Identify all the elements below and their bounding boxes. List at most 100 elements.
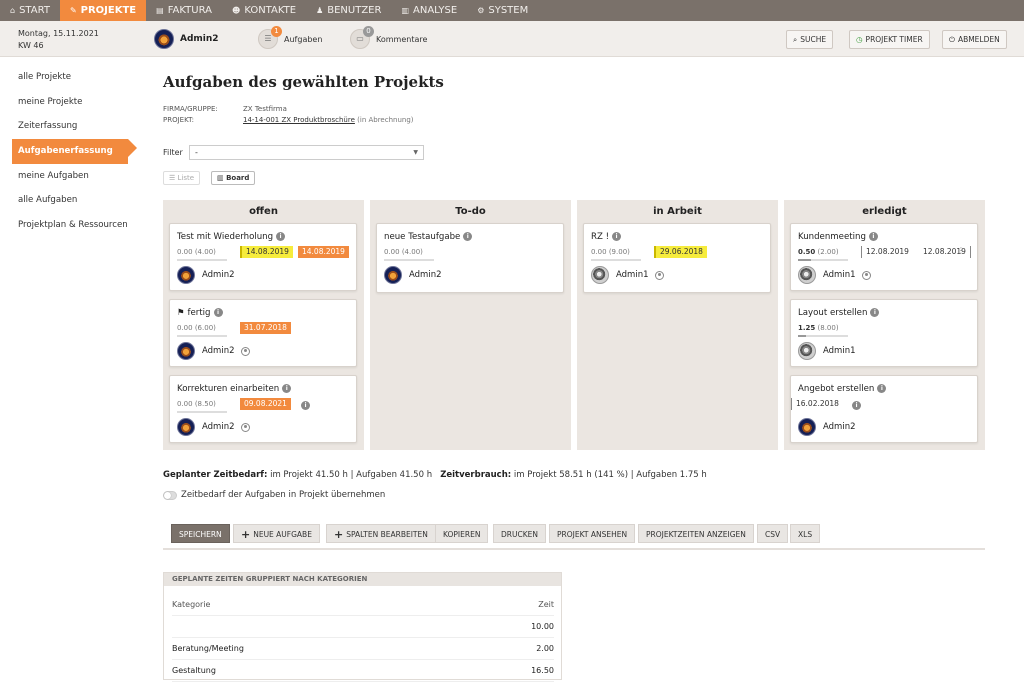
action-neue-aufgabe-button[interactable]: + NEUE AUFGABE	[233, 524, 320, 543]
toggle-label: Zeitbedarf der Aufgaben in Projekt übern…	[181, 490, 386, 500]
board-view-button[interactable]: ▥ Board	[211, 171, 256, 185]
hours-planned: (4.00)	[401, 248, 423, 256]
action-speichern-button[interactable]: SPEICHERN	[171, 524, 230, 543]
time-used-value: im Projekt 58.51 h (141 %) | Aufgaben 1.…	[511, 470, 707, 480]
info-icon[interactable]: i	[301, 401, 310, 410]
user-icon	[861, 270, 871, 280]
nav-item-kontakte[interactable]: ☻ KONTAKTE	[222, 0, 306, 21]
nav-item-faktura[interactable]: ▤ FAKTURA	[146, 0, 222, 21]
sidebar-item-5[interactable]: meine Aufgaben	[0, 164, 140, 189]
nav-item-system[interactable]: ⚙ SYSTEM	[467, 0, 538, 21]
date-tag: 14.08.2019	[240, 246, 293, 258]
current-user[interactable]: Admin2	[154, 29, 219, 49]
power-icon: ⏻	[949, 35, 955, 44]
column-title: offen	[249, 206, 278, 217]
task-name: Test mit Wiederholung	[177, 232, 274, 242]
nav-item-start[interactable]: ⌂ START	[0, 0, 60, 21]
info-icon[interactable]: i	[852, 401, 861, 410]
task-card[interactable]: ⚑ fertig i 0.00 (6.00) 31.07.2018 Admin2	[169, 299, 357, 367]
nav-item-label: KONTAKTE	[244, 5, 297, 16]
sidebar-item-3[interactable]: Zeiterfassung	[0, 114, 140, 139]
task-card[interactable]: Layout erstellen i 1.25 (8.00) Admin1	[790, 299, 978, 367]
sidebar-item-1[interactable]: alle Projekte	[0, 65, 140, 90]
sidebar-item-6[interactable]: alle Aufgaben	[0, 188, 140, 213]
hours-used: 0.00	[384, 248, 400, 256]
avatar	[591, 266, 609, 284]
info-icon[interactable]: i	[213, 308, 223, 317]
task-name: Korrekturen einarbeiten	[177, 384, 280, 394]
task-name: Layout erstellen	[798, 308, 868, 318]
action-projekt-ansehen-button[interactable]: PROJEKT ANSEHEN	[549, 524, 636, 543]
comments-counter[interactable]: ▭ 0 Kommentare	[350, 26, 427, 49]
action-csv-button[interactable]: CSV	[757, 524, 789, 543]
avatar	[798, 418, 816, 436]
toggle-switch[interactable]	[163, 490, 177, 500]
search-button[interactable]: ⌕ SUCHE	[786, 30, 834, 49]
sidebar-item-2[interactable]: meine Projekte	[0, 90, 140, 115]
logout-label: ABMELDEN	[957, 35, 1000, 44]
more-options-icon[interactable]: ⋮	[957, 246, 965, 255]
firm-label: FIRMA/GRUPPE:	[163, 105, 218, 113]
info-icon[interactable]: i	[877, 384, 887, 393]
sidebar-item-4[interactable]: Aufgabenerfassung	[12, 139, 137, 164]
task-title: neue Testaufgabe i	[384, 232, 473, 242]
action-spalten-bearbeiten-button[interactable]: + SPALTEN BEARBEITEN	[326, 524, 436, 543]
info-icon[interactable]: i	[276, 232, 286, 241]
tasks-badge: 1	[271, 26, 282, 37]
info-icon[interactable]: i	[612, 232, 622, 241]
search-icon: ⌕	[793, 35, 798, 44]
action-projektzeiten-anzeigen-button[interactable]: PROJEKTZEITEN ANZEIGEN	[638, 524, 754, 543]
list-icon: ☰	[169, 174, 178, 182]
task-assignee: Admin2	[798, 418, 856, 436]
comments-badge: 0	[363, 26, 374, 37]
sidebar-item-7[interactable]: Projektplan & Ressourcen	[0, 213, 140, 238]
pencil-icon: ✎	[69, 6, 77, 15]
column-category: Kategorie	[172, 600, 211, 609]
firm-row: FIRMA/GRUPPE: ZX Testfirma	[163, 105, 287, 113]
tasks-counter[interactable]: ☰ 1 Aufgaben	[258, 26, 322, 49]
task-title: RZ ! i	[591, 232, 622, 242]
list-view-button[interactable]: ☰ Liste	[163, 171, 201, 185]
task-assignee: Admin1	[591, 266, 664, 284]
project-link[interactable]: 14-14-001 ZX Produktbroschüre	[243, 116, 355, 124]
info-icon[interactable]: i	[463, 232, 473, 241]
action-kopieren-button[interactable]: KOPIEREN	[435, 524, 489, 543]
nav-item-label: SYSTEM	[488, 5, 529, 16]
hours-planned: (8.00)	[817, 324, 839, 332]
nav-item-label: PROJEKTE	[80, 5, 137, 16]
info-icon[interactable]: i	[870, 308, 880, 317]
nav-item-analyse[interactable]: ▥ ANALYSE	[391, 0, 467, 21]
project-label: PROJEKT:	[163, 116, 194, 124]
task-card[interactable]: RZ ! i 0.00 (9.00) 29.06.2018 Admin1	[583, 223, 771, 293]
info-icon[interactable]: i	[868, 232, 878, 241]
assignee-name: Admin2	[202, 422, 235, 432]
hours-used: 0.00	[177, 400, 193, 408]
user-icon: ♟	[316, 6, 324, 15]
task-card[interactable]: neue Testaufgabe i 0.00 (4.00) Admin2	[376, 223, 564, 293]
task-card[interactable]: Kundenmeeting i 0.50 (2.00) 12.08.2019 12.08…	[790, 223, 978, 291]
task-hours: 0.00 (6.00)	[177, 324, 216, 332]
project-timer-button[interactable]: ◷ PROJEKT TIMER	[849, 30, 930, 49]
search-label: SUCHE	[800, 35, 827, 44]
action-label: SPEICHERN	[179, 530, 222, 539]
action-xls-button[interactable]: XLS	[790, 524, 821, 543]
task-card[interactable]: Korrekturen einarbeiten i 0.00 (8.50) 09.08…	[169, 375, 357, 443]
project-status: (in Abrechnung)	[357, 116, 414, 124]
sub-header: Montag, 15.11.2021 KW 46 Admin2 ☰ 1 Aufga…	[0, 21, 1024, 57]
hours-planned: (6.00)	[194, 324, 216, 332]
task-name: Kundenmeeting	[798, 232, 866, 242]
logout-button[interactable]: ⏻ ABMELDEN	[942, 30, 1007, 49]
hours-planned: (2.00)	[817, 248, 839, 256]
task-card[interactable]: Angebot erstellen i 16.02.2018 i Admin2	[790, 375, 978, 443]
filter-select[interactable]: - ▼	[189, 145, 424, 160]
info-icon[interactable]: i	[282, 384, 292, 393]
task-card[interactable]: Test mit Wiederholung i 0.00 (4.00) 14.08.2…	[169, 223, 357, 291]
action-drucken-button[interactable]: DRUCKEN	[493, 524, 546, 543]
adopt-time-toggle[interactable]: Zeitbedarf der Aufgaben in Projekt übern…	[163, 490, 385, 500]
flag-icon: ⚑	[177, 308, 188, 318]
column-title: To-do	[455, 206, 486, 217]
task-assignee: Admin2	[384, 266, 442, 284]
time-summary: Geplanter Zeitbedarf: im Projekt 41.50 h…	[163, 470, 707, 480]
nav-item-benutzer[interactable]: ♟ BENUTZER	[306, 0, 391, 21]
nav-item-projekte[interactable]: ✎ PROJEKTE	[59, 0, 147, 21]
